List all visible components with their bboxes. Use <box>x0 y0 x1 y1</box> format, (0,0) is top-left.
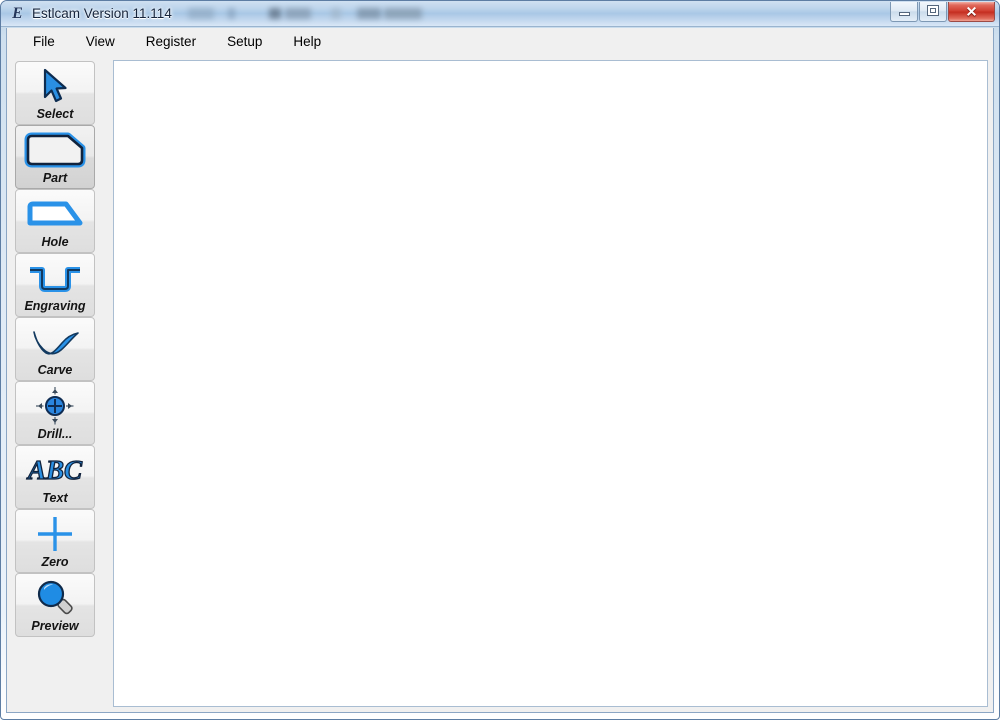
drawing-canvas[interactable] <box>113 60 988 707</box>
tool-label-engraving: Engraving <box>24 299 86 313</box>
redacted-segment <box>356 8 381 19</box>
title-bar[interactable]: E Estlcam Version 11.114 ✕ <box>1 1 999 27</box>
redacted-segment <box>284 8 311 19</box>
menu-item-file[interactable]: File <box>21 29 67 54</box>
menu-item-help[interactable]: Help <box>281 29 333 54</box>
estlcam-logo-glyph: E <box>12 5 23 22</box>
menu-item-register[interactable]: Register <box>134 29 208 54</box>
maximize-button[interactable] <box>919 2 947 22</box>
menu-item-setup[interactable]: Setup <box>215 29 274 54</box>
drill-crosshair-icon <box>16 385 94 427</box>
tool-strip: Select Part Hole Engraving Carve Drill..… <box>7 55 113 712</box>
tool-button-preview[interactable]: Preview <box>15 573 95 637</box>
tool-label-preview: Preview <box>31 619 79 633</box>
zero-crosshair-icon <box>16 513 94 555</box>
abc-text-icon: ABC <box>16 449 94 491</box>
carve-wave-icon <box>16 321 94 363</box>
estlcam-logo-icon[interactable]: E <box>9 5 26 22</box>
tool-button-drill[interactable]: Drill... <box>15 381 95 445</box>
maximize-icon <box>920 3 946 21</box>
redacted-title-text <box>174 8 422 19</box>
tool-button-engraving[interactable]: Engraving <box>15 253 95 317</box>
svg-text:ABC: ABC <box>26 455 83 485</box>
redacted-segment <box>268 8 281 19</box>
tool-label-part: Part <box>42 171 68 185</box>
menu-item-view[interactable]: View <box>74 29 127 54</box>
tool-button-hole[interactable]: Hole <box>15 189 95 253</box>
close-icon: ✕ <box>965 3 978 19</box>
tool-label-drill: Drill... <box>37 427 73 441</box>
tool-button-carve[interactable]: Carve <box>15 317 95 381</box>
engraving-channel-icon <box>16 257 94 299</box>
tool-button-zero[interactable]: Zero <box>15 509 95 573</box>
redacted-segment <box>187 8 214 19</box>
redacted-segment <box>383 8 422 19</box>
hole-outline-icon <box>16 193 94 235</box>
tool-button-part[interactable]: Part <box>15 125 95 189</box>
part-outline-icon <box>16 129 94 171</box>
cursor-arrow-icon <box>16 65 94 107</box>
tool-label-zero: Zero <box>41 555 69 569</box>
close-button[interactable]: ✕ <box>948 2 995 22</box>
window-title: Estlcam Version 11.114 <box>32 6 172 21</box>
application-window: E Estlcam Version 11.114 ✕ File View Reg… <box>0 0 1000 720</box>
tool-button-select[interactable]: Select <box>15 61 95 125</box>
minimize-icon <box>891 3 917 21</box>
magnifier-preview-icon <box>16 577 94 619</box>
redacted-segment <box>227 8 235 19</box>
tool-label-hole: Hole <box>41 235 69 249</box>
tool-label-carve: Carve <box>37 363 73 377</box>
tool-label-text: Text <box>42 491 68 505</box>
redacted-segment <box>330 8 341 19</box>
tool-button-text[interactable]: ABC Text <box>15 445 95 509</box>
tool-label-select: Select <box>36 107 74 121</box>
window-controls: ✕ <box>889 2 995 22</box>
minimize-button[interactable] <box>890 2 918 22</box>
client-area: Select Part Hole Engraving Carve Drill..… <box>6 55 994 713</box>
menu-bar: File View Register Setup Help <box>6 28 994 55</box>
